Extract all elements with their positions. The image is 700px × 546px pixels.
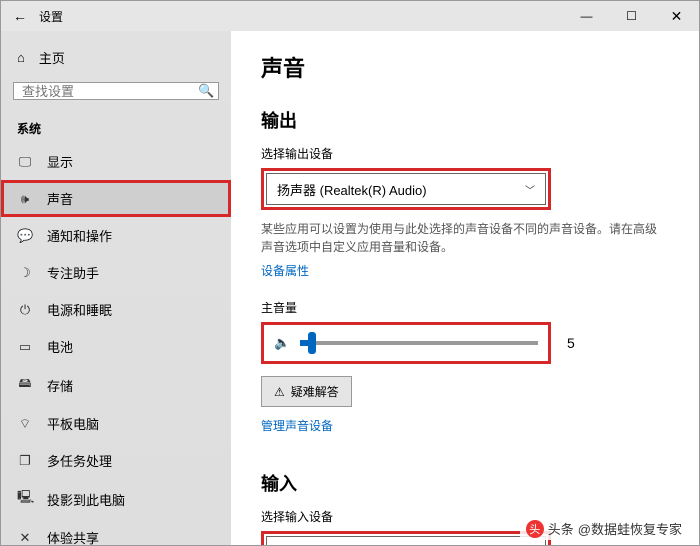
back-button[interactable]: ← (13, 8, 27, 24)
watermark-handle: @数据蛙恢复专家 (578, 519, 682, 538)
warning-icon: ⚠ (274, 385, 285, 399)
watermark-brand: 头条 (548, 519, 574, 538)
chevron-down-icon: ﹀ (525, 182, 535, 197)
search-box[interactable]: 🔍 (13, 82, 219, 100)
watermark-icon: 头 (526, 520, 544, 538)
minimize-button[interactable]: ― (564, 1, 609, 31)
window-title: 设置 (39, 8, 63, 25)
sidebar-item-label: 电池 (47, 337, 73, 356)
watermark: 头 头条 @数据蛙恢复专家 (520, 517, 688, 540)
volume-value: 5 (567, 335, 575, 351)
window-controls: ― ☐ ✕ (564, 1, 699, 31)
sidebar-item-multitask[interactable]: ❐ 多任务处理 (1, 442, 231, 479)
search-input[interactable] (22, 84, 198, 99)
home-icon: ⌂ (17, 50, 25, 65)
search-icon: 🔍 (198, 83, 214, 99)
sidebar-item-display[interactable]: 🖵 显示 (1, 143, 231, 180)
sidebar: ⌂ 主页 🔍 系统 🖵 显示 🕪 声音 💬 通知和操作 ☽ (1, 31, 231, 545)
troubleshoot-label: 疑难解答 (291, 383, 339, 400)
close-button[interactable]: ✕ (654, 1, 699, 31)
maximize-button[interactable]: ☐ (609, 1, 654, 31)
manage-sound-devices-link[interactable]: 管理声音设备 (261, 417, 333, 434)
sidebar-item-power[interactable]: ⏻ 电源和睡眠 (1, 291, 231, 328)
sidebar-item-label: 通知和操作 (47, 226, 112, 245)
section-label: 系统 (1, 112, 231, 143)
content-area: 声音 输出 选择输出设备 扬声器 (Realtek(R) Audio) ﹀ 某些… (231, 31, 699, 545)
sidebar-item-label: 专注助手 (47, 263, 99, 282)
battery-icon: ▭ (17, 339, 33, 355)
highlight-output-dropdown: 扬声器 (Realtek(R) Audio) ﹀ (261, 168, 551, 210)
output-hint: 某些应用可以设置为使用与此处选择的声音设备不同的声音设备。请在高级声音选项中自定… (261, 220, 661, 256)
input-device-dropdown[interactable]: 麦克风阵列 (Realtek(R) Audio) ﹀ (266, 536, 546, 545)
speaker-icon: 🔈 (274, 335, 290, 351)
projecting-icon: 🖳 (17, 488, 33, 510)
multitask-icon: ❐ (17, 453, 33, 469)
sidebar-item-label: 投影到此电脑 (47, 490, 125, 509)
storage-icon: 🖴 (17, 374, 33, 396)
master-volume-label: 主音量 (261, 299, 669, 316)
highlight-input-dropdown: 麦克风阵列 (Realtek(R) Audio) ﹀ (261, 531, 551, 545)
sidebar-item-label: 电源和睡眠 (47, 300, 112, 319)
troubleshoot-button[interactable]: ⚠ 疑难解答 (261, 376, 352, 407)
focus-icon: ☽ (17, 265, 33, 281)
sound-icon: 🕪 (17, 191, 33, 207)
sidebar-item-notifications[interactable]: 💬 通知和操作 (1, 217, 231, 254)
shared-icon: ✕ (17, 530, 33, 546)
sidebar-item-label: 多任务处理 (47, 451, 112, 470)
sidebar-item-label: 显示 (47, 152, 73, 171)
input-heading: 输入 (261, 470, 669, 496)
settings-window: ← 设置 ― ☐ ✕ ⌂ 主页 🔍 系统 🖵 显示 🕪 (0, 0, 700, 546)
output-select-label: 选择输出设备 (261, 145, 669, 162)
notifications-icon: 💬 (17, 228, 33, 244)
output-heading: 输出 (261, 107, 669, 133)
home-label: 主页 (39, 48, 65, 67)
sidebar-item-label: 平板电脑 (47, 414, 99, 433)
output-device-value: 扬声器 (Realtek(R) Audio) (277, 180, 427, 199)
sidebar-item-label: 存储 (47, 376, 73, 395)
sidebar-item-tablet[interactable]: ⌔ 平板电脑 (1, 405, 231, 442)
display-icon: 🖵 (17, 154, 33, 170)
tablet-icon: ⌔ (17, 416, 33, 432)
highlight-volume-slider: 🔈 (261, 322, 551, 364)
page-title: 声音 (261, 51, 669, 83)
output-device-dropdown[interactable]: 扬声器 (Realtek(R) Audio) ﹀ (266, 173, 546, 205)
home-nav[interactable]: ⌂ 主页 (1, 39, 231, 76)
sidebar-item-projecting[interactable]: 🖳 投影到此电脑 (1, 479, 231, 519)
sidebar-item-battery[interactable]: ▭ 电池 (1, 328, 231, 365)
sidebar-item-shared[interactable]: ✕ 体验共享 (1, 519, 231, 545)
sidebar-item-label: 声音 (47, 189, 73, 208)
sidebar-item-focus[interactable]: ☽ 专注助手 (1, 254, 231, 291)
volume-slider[interactable]: 🔈 (266, 327, 546, 359)
titlebar: ← 设置 ― ☐ ✕ (1, 1, 699, 31)
sidebar-item-sound[interactable]: 🕪 声音 (1, 180, 231, 217)
chevron-down-icon: ﹀ (525, 545, 535, 546)
slider-track[interactable] (300, 341, 538, 345)
output-device-properties-link[interactable]: 设备属性 (261, 262, 309, 279)
power-icon: ⏻ (17, 302, 33, 318)
input-device-value: 麦克风阵列 (Realtek(R) Audio) (277, 543, 453, 546)
sidebar-item-storage[interactable]: 🖴 存储 (1, 365, 231, 405)
sidebar-item-label: 体验共享 (47, 528, 99, 545)
slider-thumb[interactable] (308, 332, 316, 354)
